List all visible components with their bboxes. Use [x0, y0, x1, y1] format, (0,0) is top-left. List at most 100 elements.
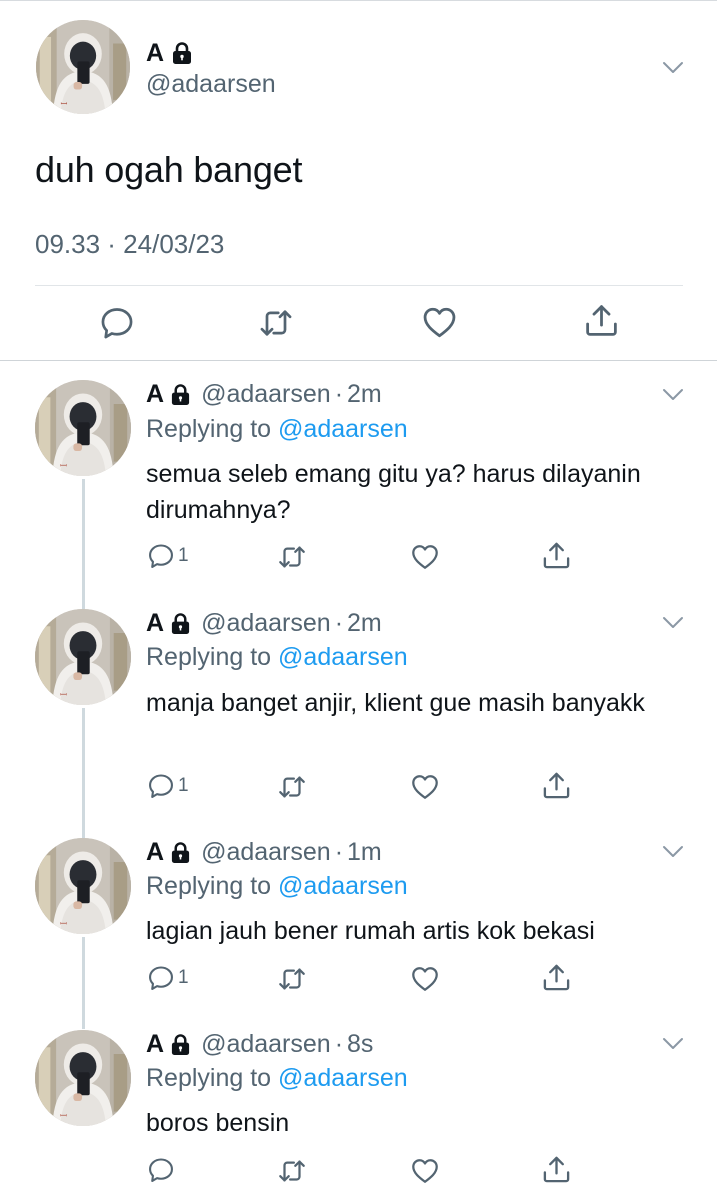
replying-to: Replying to @adaarsen [146, 872, 408, 901]
reply-button[interactable]: 1 [147, 964, 189, 992]
replying-to-handle[interactable]: @adaarsen [278, 872, 408, 900]
author-handle[interactable]: @adaarsen [201, 1030, 331, 1059]
replying-to-handle[interactable]: @adaarsen [278, 643, 408, 671]
tweet-timestamp[interactable]: 09.33 · 24/03/23 [35, 229, 224, 260]
replying-to-label: Replying to [146, 415, 272, 443]
replying-to: Replying to @adaarsen [146, 415, 408, 444]
reply-icon [147, 1156, 175, 1184]
reply-text: manja banget anjir, klient gue masih ban… [146, 689, 645, 717]
retweet-button[interactable] [276, 772, 308, 802]
separator-dot: · [334, 379, 344, 408]
like-button[interactable] [410, 542, 440, 572]
retweet-button[interactable] [276, 964, 308, 994]
separator-dot: · [334, 1029, 344, 1058]
share-icon [541, 1154, 572, 1185]
like-button[interactable] [410, 964, 440, 994]
retweet-icon [258, 305, 294, 341]
lock-icon [170, 383, 191, 406]
replying-to: Replying to @adaarsen [146, 1064, 408, 1093]
thread-line [82, 479, 85, 609]
retweet-button[interactable] [276, 542, 308, 572]
reply-age[interactable]: 8s [347, 1030, 373, 1059]
reply-text: lagian jauh bener rumah artis kok bekasi [146, 917, 595, 945]
reply-header: A @adaarsen · 2m [146, 607, 382, 639]
lock-icon [171, 41, 193, 65]
replying-to-label: Replying to [146, 643, 272, 671]
reply-icon [147, 772, 175, 800]
replying-to-handle[interactable]: @adaarsen [278, 1064, 408, 1092]
chevron-down-icon[interactable] [662, 616, 684, 630]
replying-to-label: Replying to [146, 872, 272, 900]
avatar[interactable] [35, 380, 131, 476]
like-icon [410, 542, 440, 572]
share-icon [541, 540, 572, 571]
share-button[interactable] [541, 540, 572, 571]
like-button[interactable] [410, 772, 440, 802]
avatar[interactable] [35, 1030, 131, 1126]
reply-count: 1 [178, 775, 189, 796]
avatar[interactable] [35, 609, 131, 705]
retweet-button[interactable] [258, 305, 294, 341]
retweet-icon [276, 964, 308, 994]
reply-count: 1 [178, 967, 189, 988]
reply-icon [147, 964, 175, 992]
share-button[interactable] [541, 1154, 572, 1185]
replying-to-label: Replying to [146, 1064, 272, 1092]
share-icon [541, 962, 572, 993]
author-name[interactable]: A [146, 838, 164, 867]
reply-header: A @adaarsen · 2m [146, 378, 382, 410]
author-handle[interactable]: @adaarsen [201, 609, 331, 638]
chevron-down-icon[interactable] [662, 845, 684, 859]
reply-icon [147, 542, 175, 570]
tweet-text: duh ogah banget [35, 149, 303, 190]
chevron-down-icon[interactable] [662, 1037, 684, 1051]
reply-button[interactable] [99, 305, 135, 341]
retweet-icon [276, 1156, 308, 1186]
like-icon [421, 304, 458, 341]
divider [0, 360, 717, 361]
reply-text: semua seleb emang gitu ya? harus dilayan… [146, 460, 641, 524]
reply-button[interactable]: 1 [147, 542, 189, 570]
like-icon [410, 772, 440, 802]
chevron-down-icon[interactable] [662, 61, 684, 75]
lock-icon [170, 1033, 191, 1056]
main-tweet: A @adaarsen duh ogah banget 09.33 · 24/0… [0, 0, 717, 361]
avatar[interactable] [36, 20, 130, 114]
share-icon [541, 770, 572, 801]
share-button[interactable] [583, 302, 620, 339]
retweet-button[interactable] [276, 1156, 308, 1186]
reply-header: A @adaarsen · 1m [146, 836, 382, 868]
author-handle[interactable]: @adaarsen [146, 70, 276, 99]
thread-line [82, 937, 85, 1029]
chevron-down-icon[interactable] [662, 388, 684, 402]
thread-line [82, 708, 85, 838]
like-button[interactable] [421, 304, 458, 341]
author-handle[interactable]: @adaarsen [201, 380, 331, 409]
avatar[interactable] [35, 838, 131, 934]
author-name-row[interactable]: A [146, 36, 193, 70]
share-button[interactable] [541, 770, 572, 801]
like-icon [410, 1156, 440, 1186]
separator-dot: · [334, 608, 344, 637]
author-name[interactable]: A [146, 1030, 164, 1059]
author-name[interactable]: A [146, 609, 164, 638]
share-icon [583, 302, 620, 339]
replying-to: Replying to @adaarsen [146, 643, 408, 672]
retweet-icon [276, 542, 308, 572]
reply-age[interactable]: 2m [347, 380, 382, 409]
divider [35, 285, 683, 286]
lock-icon [170, 612, 191, 635]
share-button[interactable] [541, 962, 572, 993]
reply-age[interactable]: 2m [347, 609, 382, 638]
author-name[interactable]: A [146, 39, 164, 68]
replying-to-handle[interactable]: @adaarsen [278, 415, 408, 443]
author-handle[interactable]: @adaarsen [201, 838, 331, 867]
reply-age[interactable]: 1m [347, 838, 382, 867]
like-button[interactable] [410, 1156, 440, 1186]
author-name[interactable]: A [146, 380, 164, 409]
lock-icon [170, 841, 191, 864]
reply-button[interactable] [147, 1156, 178, 1184]
retweet-icon [276, 772, 308, 802]
reply-header: A @adaarsen · 8s [146, 1028, 373, 1060]
reply-button[interactable]: 1 [147, 772, 189, 800]
